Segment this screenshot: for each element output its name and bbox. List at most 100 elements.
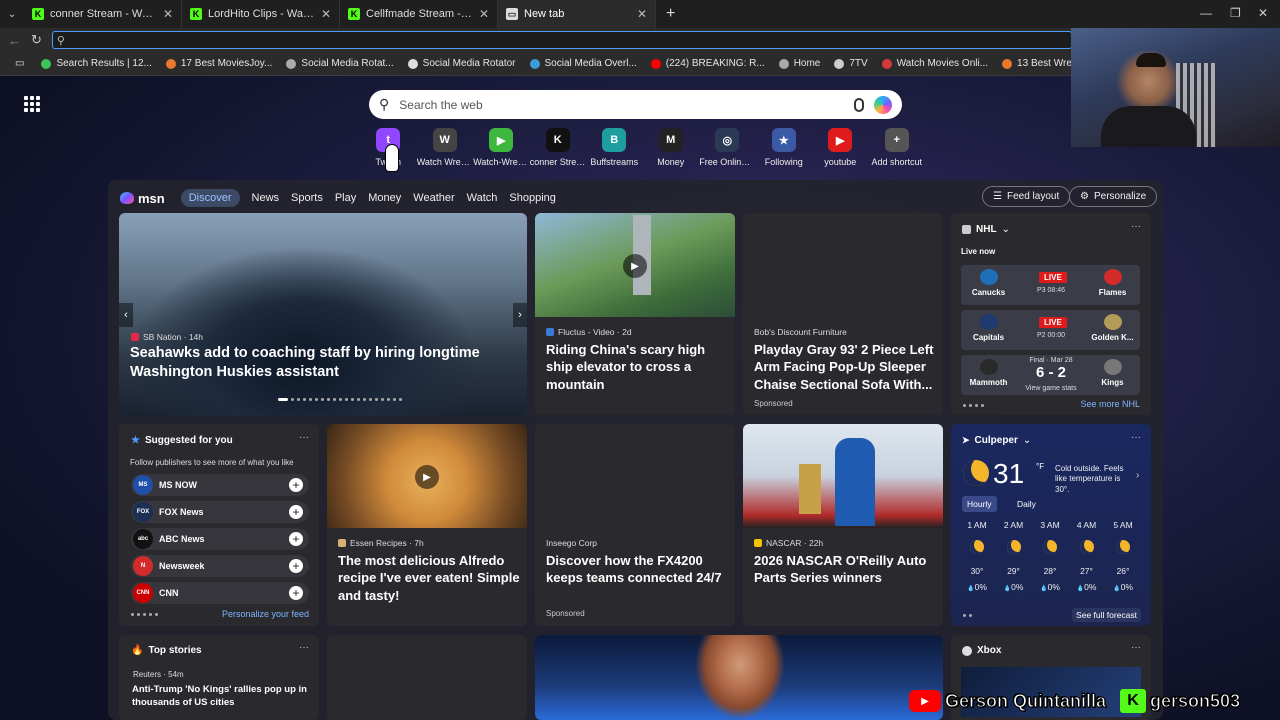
shortcut-tile[interactable]: ◎ Free Online ... (699, 128, 756, 167)
app-launcher-icon[interactable] (24, 96, 40, 112)
nav-news[interactable]: News (252, 192, 280, 204)
favorite-item[interactable]: Watch Movies Onli... (875, 58, 995, 69)
shortcut-tile[interactable]: + Add shortcut (869, 128, 926, 167)
favorite-item[interactable]: Social Media Overl... (523, 58, 644, 69)
nav-weather[interactable]: Weather (413, 192, 454, 204)
publisher-row[interactable]: MS MS NOW + (131, 474, 309, 496)
nav-discover[interactable]: Discover (180, 189, 240, 207)
more-options-icon[interactable]: ··· (299, 642, 309, 653)
nav-watch[interactable]: Watch (467, 192, 498, 204)
close-icon[interactable]: ✕ (479, 7, 489, 21)
nascar-headline[interactable]: 2026 NASCAR O'Reilly Auto Parts Series w… (754, 552, 936, 587)
favorites-panel-icon[interactable]: ▭ (8, 58, 34, 69)
wrestling-image-card[interactable] (535, 635, 943, 720)
follow-plus-icon[interactable]: + (289, 559, 303, 573)
see-full-forecast-link[interactable]: See full forecast (1072, 608, 1141, 622)
see-more-nhl-link[interactable]: See more NHL (1080, 399, 1140, 409)
play-icon[interactable]: ▶ (623, 254, 647, 278)
shortcut-tile[interactable]: Kconner Stream (530, 128, 587, 167)
view-game-stats-link[interactable]: View game stats (1025, 385, 1077, 392)
favorite-item[interactable]: Social Media Rotator (401, 58, 523, 69)
msn-logo[interactable]: msn (120, 191, 165, 206)
restore-icon[interactable]: ❐ (1230, 6, 1241, 20)
publisher-row[interactable]: CNN CNN + (131, 582, 309, 604)
favorite-item[interactable]: Social Media Rotat... (279, 58, 400, 69)
more-options-icon[interactable]: ··· (1131, 642, 1141, 653)
minimize-icon[interactable]: — (1200, 6, 1212, 20)
shortcut-tile[interactable]: M Money (643, 128, 700, 167)
follow-plus-icon[interactable]: + (289, 505, 303, 519)
publisher-row[interactable]: abc ABC News + (131, 528, 309, 550)
tab-conner-stream[interactable]: K conner Stream - Watch Live on Kick ✕ (24, 0, 182, 28)
favorite-item[interactable]: Home (772, 58, 828, 69)
tab-new-tab[interactable]: ▭ New tab ✕ (498, 0, 656, 28)
search-input[interactable]: Search the web (399, 98, 844, 112)
chevron-down-icon[interactable]: ⌄ (1023, 435, 1031, 446)
copilot-icon[interactable] (874, 95, 892, 114)
shortcut-tile[interactable]: ▶ Watch-Wres... (473, 128, 530, 167)
alfredo-card[interactable]: ▶ Essen Recipes · 7h The most delicious … (327, 424, 527, 626)
chevron-down-icon[interactable]: ⌄ (1002, 224, 1010, 235)
follow-plus-icon[interactable]: + (289, 532, 303, 546)
sofa-headline[interactable]: Playday Gray 93' 2 Piece Left Arm Facing… (754, 341, 936, 393)
star-icon: ★ (771, 128, 796, 152)
tab-hourly[interactable]: Hourly (962, 496, 997, 512)
tab-cellfmade-stream[interactable]: K Cellfmade Stream - Watch Live on Kick … (340, 0, 498, 28)
new-tab-button[interactable]: + (656, 5, 685, 23)
elevator-card[interactable]: ▶ Fluctus - Video · 2d Riding China's sc… (535, 213, 735, 415)
inseego-headline[interactable]: Discover how the FX4200 keeps teams conn… (546, 552, 728, 587)
close-window-icon[interactable]: ✕ (1258, 6, 1268, 20)
top-story-headline[interactable]: Anti-Trump 'No Kings' rallies pop up in … (132, 684, 312, 710)
shortcut-tile[interactable]: ★ Following (756, 128, 813, 167)
tab-daily[interactable]: Daily (1012, 496, 1041, 512)
search-box[interactable]: ⚲ Search the web (369, 90, 902, 119)
microphone-icon[interactable] (854, 97, 864, 112)
weather-card[interactable]: ➤ Culpeper ⌄ ··· 31 °F Cold outside. Fee… (951, 424, 1151, 626)
nav-sports[interactable]: Sports (291, 192, 323, 204)
carousel-prev-button[interactable]: ‹ (119, 303, 133, 327)
play-icon[interactable]: ▶ (415, 465, 439, 489)
favorite-item[interactable]: 7TV (827, 58, 874, 69)
inseego-ad-card[interactable]: Inseego Corp Discover how the FX4200 kee… (535, 424, 735, 626)
close-icon[interactable]: ✕ (321, 7, 331, 21)
nav-shopping[interactable]: Shopping (509, 192, 556, 204)
shortcut-tile[interactable]: ▶ youtube (812, 128, 869, 167)
more-options-icon[interactable]: ··· (1131, 221, 1141, 232)
feed-layout-label: Feed layout (1006, 191, 1060, 202)
game-canucks-flames[interactable]: Canucks LIVE P3 08:46 Flames (961, 265, 1140, 305)
personalize-button[interactable]: ⚙ Personalize (1069, 186, 1158, 207)
elevator-headline[interactable]: Riding China's scary high ship elevator … (546, 341, 726, 393)
follow-plus-icon[interactable]: + (289, 478, 303, 492)
chevron-right-icon[interactable]: › (1136, 470, 1139, 481)
hero-headline[interactable]: Seahawks add to coaching staff by hiring… (130, 344, 520, 383)
nascar-card[interactable]: NASCAR · 22h 2026 NASCAR O'Reilly Auto P… (743, 424, 943, 626)
nhl-card[interactable]: NHL ⌄ ··· Live now Canucks LIVE P3 08:46… (951, 213, 1151, 415)
follow-plus-icon[interactable]: + (289, 586, 303, 600)
favorite-item[interactable]: Search Results | 12... (34, 58, 158, 69)
sofa-ad-card[interactable]: Bob's Discount Furniture Playday Gray 93… (743, 213, 943, 415)
game-capitals-goldenknights[interactable]: Capitals LIVE P2 00:00 Golden K... (961, 310, 1140, 350)
hero-card[interactable]: ‹ › SB Nation · 14h Seahawks add to coac… (119, 213, 527, 416)
tab-actions-chevron-icon[interactable]: ⌄ (0, 9, 24, 20)
shortcut-tile[interactable]: B Buffstreams (586, 128, 643, 167)
alfredo-headline[interactable]: The most delicious Alfredo recipe I've e… (338, 552, 520, 604)
favorite-item[interactable]: (224) BREAKING: R... (644, 58, 772, 69)
back-icon[interactable]: ← (8, 33, 21, 48)
favorite-item[interactable]: 17 Best MoviesJoy... (159, 58, 280, 69)
more-options-icon[interactable]: ··· (1131, 432, 1141, 443)
carousel-next-button[interactable]: › (513, 303, 527, 327)
nav-money[interactable]: Money (368, 192, 401, 204)
nav-play[interactable]: Play (335, 192, 356, 204)
feed-layout-button[interactable]: ☰ Feed layout (982, 186, 1071, 207)
personalize-feed-link[interactable]: Personalize your feed (222, 609, 309, 619)
address-input[interactable]: ⚲ (51, 31, 1072, 49)
shortcut-tile[interactable]: W Watch Wrest... (417, 128, 474, 167)
publisher-row[interactable]: FOX FOX News + (131, 501, 309, 523)
close-icon[interactable]: ✕ (163, 7, 173, 21)
publisher-row[interactable]: N Newsweek + (131, 555, 309, 577)
tab-lordhito-clips[interactable]: K LordHito Clips - Watch Live on Kick ✕ (182, 0, 340, 28)
more-options-icon[interactable]: ··· (299, 432, 309, 443)
refresh-icon[interactable]: ↻ (31, 32, 42, 48)
game-mammoth-kings[interactable]: Mammoth Final · Mar 28 6 - 2 View game s… (961, 355, 1140, 395)
close-icon[interactable]: ✕ (637, 7, 647, 21)
